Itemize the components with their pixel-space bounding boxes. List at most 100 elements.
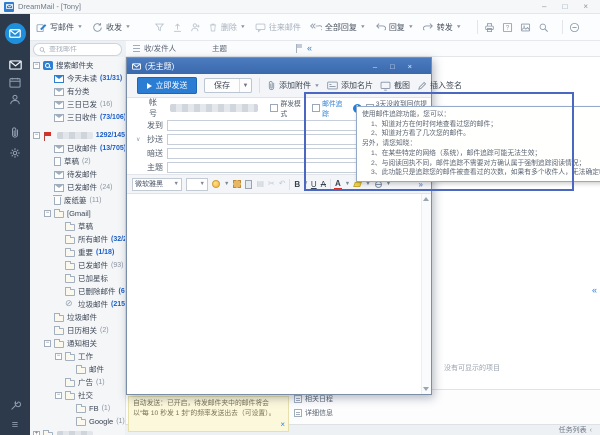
filter-button[interactable] (154, 22, 165, 33)
tree-expander-icon[interactable]: − (33, 62, 40, 69)
tree-item[interactable]: FB(1) (30, 402, 125, 415)
forward-button[interactable]: 转发▼ (423, 22, 462, 33)
zoom-button[interactable] (538, 22, 549, 33)
correspondence-button[interactable]: 往来邮件 (255, 22, 301, 33)
compose-close-button[interactable]: × (408, 62, 412, 71)
tools-wrench-icon[interactable] (10, 400, 21, 411)
stamp-icon[interactable] (233, 180, 241, 188)
compose-maximize-button[interactable]: □ (390, 62, 395, 71)
contacts-icon[interactable] (9, 94, 21, 105)
mass-mode-checkbox[interactable]: 群发模式 (270, 98, 306, 118)
search-box[interactable] (33, 43, 122, 56)
tree-item[interactable]: 三日已发(16) (30, 98, 125, 111)
task-list-button[interactable]: 任务列表 (559, 425, 587, 435)
tree-expander-icon[interactable]: + (33, 431, 40, 435)
save-button[interactable]: 保存 ▼ (204, 78, 252, 93)
print-button[interactable] (484, 22, 495, 33)
checkbox-icon[interactable] (312, 104, 320, 112)
tree-item[interactable]: 已删除邮件(68/159 (30, 285, 125, 298)
mail-tracking-checkbox[interactable]: 邮件追踪 (312, 98, 348, 118)
emoji-dropdown-icon[interactable]: ▼ (224, 181, 229, 187)
tree-item[interactable]: 重要(1/18) (30, 246, 125, 259)
tree-item[interactable]: 所有邮件(32/296) (30, 233, 125, 246)
details-button[interactable]: 详细信息 (294, 408, 333, 418)
tree-item[interactable]: −工作 (30, 350, 125, 363)
tree-item[interactable]: 日历相关(2) (30, 324, 125, 337)
insert-signature-button[interactable]: 插入签名 (417, 80, 462, 91)
mail-icon[interactable] (9, 60, 22, 70)
copy-icon[interactable]: ▤ (256, 180, 264, 188)
compose-mail-button[interactable]: 写邮件▼ (36, 22, 83, 33)
strikethrough-button[interactable]: A (321, 180, 326, 189)
tree-item[interactable]: Google(1) (30, 415, 125, 428)
close-button[interactable]: × (583, 3, 588, 11)
flag-column-icon[interactable] (295, 44, 303, 53)
bold-button[interactable]: B (294, 180, 300, 189)
emoji-icon[interactable] (212, 180, 220, 188)
tree-item[interactable]: 三日收件(73/106) (30, 111, 125, 124)
tree-item[interactable]: 废纸篓(11) (30, 194, 125, 207)
font-color-dropdown-icon[interactable]: ▼ (345, 181, 350, 187)
reply-button[interactable]: 回复▼ (375, 22, 414, 33)
paste-icon[interactable] (245, 180, 252, 189)
tree-item[interactable]: 垃圾邮件(215/377) (30, 298, 125, 311)
tree-item[interactable]: 已加星标 (30, 272, 125, 285)
maximize-button[interactable]: □ (562, 3, 567, 11)
task-list-chevron-icon[interactable]: ‹ (590, 427, 592, 434)
tree-item[interactable]: 已发邮件(24) (30, 181, 125, 194)
tree-expander-icon[interactable]: − (55, 353, 62, 360)
underline-button[interactable]: U (311, 180, 317, 189)
save-dropdown-icon[interactable]: ▼ (239, 79, 251, 92)
menu-icon[interactable]: ≡ (12, 420, 18, 430)
tree-item[interactable]: 今天未读(31/31) (30, 72, 125, 85)
notice-close-icon[interactable]: × (280, 421, 285, 429)
checkbox-icon[interactable] (270, 104, 278, 112)
tree-item[interactable]: 已收邮件(13/705) (30, 142, 125, 155)
collapse-pane-icon[interactable]: « (307, 44, 312, 53)
screenshot-button[interactable]: 截图 (380, 80, 410, 91)
compose-minimize-button[interactable]: – (373, 62, 377, 71)
tree-expander-icon[interactable]: − (33, 132, 40, 139)
reply-all-button[interactable]: 全部回复▼ (310, 22, 366, 33)
collapse-toolbar-button[interactable] (569, 22, 580, 33)
highlight-button[interactable] (353, 182, 362, 187)
send-now-button[interactable]: 立即发送 (137, 77, 197, 94)
font-color-button[interactable]: A (335, 180, 341, 188)
tree-item[interactable]: + (30, 428, 125, 435)
mail-home-button[interactable] (5, 23, 26, 44)
cc-collapse-icon[interactable]: ∨ (136, 136, 140, 143)
add-attachment-button[interactable]: 添加附件▼ (267, 80, 320, 91)
add-contact-button[interactable] (190, 22, 201, 33)
undo-icon[interactable]: ↶ (279, 180, 286, 188)
tree-expander-icon[interactable]: − (44, 210, 51, 217)
attachment-paperclip-icon[interactable] (10, 126, 20, 139)
scroll-down-icon[interactable] (423, 387, 429, 391)
tree-item[interactable]: 广告(1) (30, 376, 125, 389)
tree-item[interactable]: 草稿(2) (30, 155, 125, 168)
tree-item[interactable]: 垃圾邮件 (30, 311, 125, 324)
add-card-button[interactable]: 添加名片 (327, 80, 373, 91)
send-receive-button[interactable]: 收发▼ (92, 22, 131, 33)
message-body[interactable] (127, 194, 431, 394)
tree-item[interactable]: −社交 (30, 389, 125, 402)
tree-expander-icon[interactable]: − (55, 392, 62, 399)
font-family-select[interactable]: 微软雅黑▼ (132, 178, 182, 191)
tree-item[interactable]: −1292/145 (30, 129, 125, 142)
grid-icon[interactable] (133, 45, 140, 52)
minimize-button[interactable]: – (542, 3, 546, 11)
font-size-select[interactable]: ▼ (186, 178, 208, 191)
tree-item[interactable]: −通知相关 (30, 337, 125, 350)
image-button[interactable] (520, 22, 531, 33)
column-subject[interactable]: 主题 (212, 43, 227, 54)
calendar-icon[interactable] (9, 77, 21, 88)
delete-button[interactable]: 删除▼ (208, 22, 246, 33)
tree-item[interactable]: 待发邮件 (30, 168, 125, 181)
help-button[interactable]: ? (502, 22, 513, 33)
tree-expander-icon[interactable]: − (44, 340, 51, 347)
tree-item[interactable]: −搜索邮件夹 (30, 59, 125, 72)
related-schedule-button[interactable]: 相关日程 (294, 394, 333, 404)
tree-item[interactable]: 有分类 (30, 85, 125, 98)
italic-button[interactable]: I (304, 180, 307, 189)
tree-item[interactable]: 已发邮件(93) (30, 259, 125, 272)
tree-item[interactable]: −[Gmail] (30, 207, 125, 220)
